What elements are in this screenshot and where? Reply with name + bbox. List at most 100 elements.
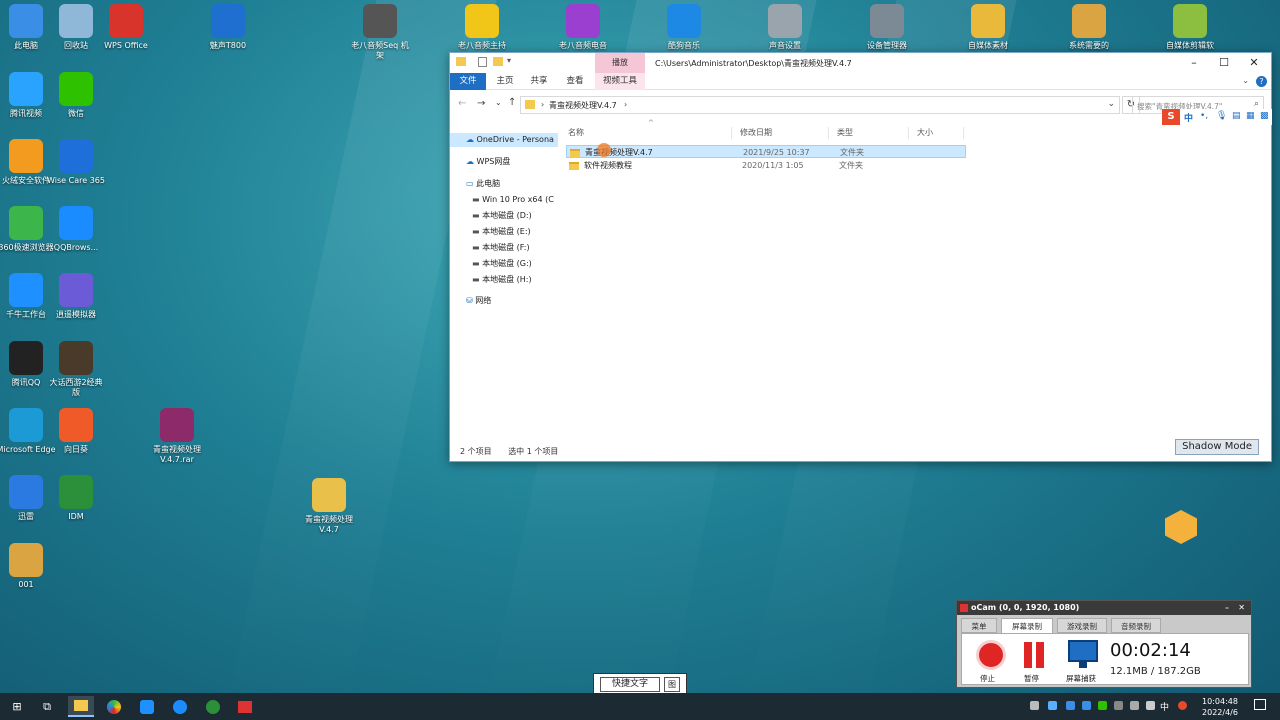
taskbar-360-browser[interactable] [101,696,127,717]
back-arrow-icon[interactable]: ← [458,98,466,109]
column-type[interactable]: 类型 [829,127,909,139]
desktop-icon[interactable]: WPS Office [96,4,156,51]
desktop-icon[interactable]: 系统需要的 [1059,4,1119,51]
recent-locations-icon[interactable]: ⌄ [495,98,502,107]
up-arrow-icon[interactable]: ↑ [508,97,516,108]
address-dropdown-icon[interactable]: ⌄ [1107,99,1115,109]
notification-center-icon[interactable] [1254,699,1266,710]
ime-skin-icon[interactable]: ▦ [1246,111,1255,121]
nav-drive-c[interactable]: ▬ Win 10 Pro x64 (C [472,193,554,207]
tray-usb-icon[interactable] [1130,701,1139,710]
column-size[interactable]: 大小 [909,127,964,139]
column-name[interactable]: 名称 [560,127,732,139]
nav-wps-drive[interactable]: ☁ WPS网盘 [466,155,510,169]
desktop-icon[interactable]: IDM [46,475,106,522]
ocam-tab-screen-record[interactable]: 屏幕录制 [1001,618,1053,633]
desktop-icon[interactable]: 逍遥模拟器 [46,273,106,320]
tray-volume-icon[interactable] [1146,701,1155,710]
desktop-icon[interactable]: 自媒体素材 [958,4,1018,51]
ime-voice-icon[interactable]: 🎙 [1216,111,1227,121]
ocam-tab-audio-record[interactable]: 音频录制 [1111,618,1161,633]
desktop-icon[interactable]: 微信 [46,72,106,119]
properties-icon[interactable] [478,57,487,67]
taskbar-clock[interactable]: 10:04:48 2022/4/6 [1198,696,1242,718]
taskbar-qianniu[interactable] [134,696,160,717]
desktop-icon[interactable]: 青蛮视频处理V.4.7 [299,478,359,535]
desktop-icon[interactable]: 酷狗音乐 [654,4,714,51]
desktop-icon[interactable]: 魅声T800 [198,4,258,51]
ocam-tab-game-record[interactable]: 游戏录制 [1057,618,1107,633]
ime-keyboard-icon[interactable]: ▤ [1232,111,1241,121]
tray-sogou-icon[interactable] [1178,701,1187,710]
ocam-tab-menu[interactable]: 菜单 [961,618,997,633]
desktop-icon-label: 自媒体剪辑软 [1166,41,1214,50]
pause-icon[interactable] [1036,642,1044,668]
task-view-icon[interactable]: ⧉ [34,696,60,717]
forward-arrow-icon[interactable]: → [477,98,485,109]
desktop-icon[interactable]: 自媒体剪辑软 [1160,4,1220,51]
stop-record-icon[interactable] [976,640,1006,670]
tab-view[interactable]: 查看 [558,73,592,90]
nav-drive-g[interactable]: ▬ 本地磁盘 (G:) [472,257,532,271]
maximize-button[interactable]: ☐ [1209,53,1239,73]
nav-network[interactable]: ⛁ 网络 [466,294,491,308]
nav-label: Win 10 Pro x64 (C [482,195,554,204]
desktop-icon[interactable]: 青蛮视频处理V.4.7.rar [147,408,207,465]
nav-drive-f[interactable]: ▬ 本地磁盘 (F:) [472,241,530,255]
desktop-icon[interactable]: Wise Care 365 [46,139,106,186]
screen-capture-icon[interactable] [1068,640,1098,662]
desktop-icon[interactable]: QQBrows... [46,206,106,253]
tray-app-icon[interactable] [1114,701,1123,710]
quick-access-dropdown-icon[interactable]: ▾ [507,56,511,65]
desktop-icon[interactable]: 老八音频主持 [452,4,512,51]
column-date[interactable]: 修改日期 [732,127,829,139]
tab-share[interactable]: 共享 [522,73,556,90]
file-row[interactable]: 软件视频教程 2020/11/3 1:05 文件夹 [566,159,966,172]
nav-onedrive[interactable]: ☁ OneDrive - Persona [450,133,558,147]
desktop-icon[interactable]: 老八音频Seq 机架 [350,4,410,61]
ime-punct-icon[interactable]: •, [1200,111,1208,121]
tab-video-tools[interactable]: 视频工具 [595,73,645,90]
tray-network-icon[interactable] [1048,701,1057,710]
tray-app-icon[interactable] [1066,701,1075,710]
pause-icon[interactable] [1024,642,1032,668]
desktop-icon[interactable]: 声音设置 [755,4,815,51]
desktop-icon[interactable]: 001 [0,543,56,590]
taskbar-explorer[interactable] [68,696,94,717]
nav-drive-d[interactable]: ▬ 本地磁盘 (D:) [472,209,532,223]
expand-ribbon-icon[interactable]: ⌄ [1242,76,1249,85]
search-icon[interactable]: ⌕ [1254,99,1259,109]
close-button[interactable]: ✕ [1239,53,1269,73]
taskbar-idm[interactable] [200,696,226,717]
nav-drive-h[interactable]: ▬ 本地磁盘 (H:) [472,273,532,287]
minimize-button[interactable]: – [1225,601,1229,615]
image-icon[interactable]: 图 [664,677,680,692]
file-row[interactable]: 青蛮视频处理V.4.7 2021/9/25 10:37 文件夹 [566,143,966,158]
desktop-icon[interactable]: 设备管理器 [857,4,917,51]
tray-lang-indicator[interactable]: 中 [1160,700,1169,713]
quick-text-button[interactable]: 快捷文字 [600,677,660,692]
tray-expand-icon[interactable] [1030,701,1039,710]
tray-wechat-icon[interactable] [1098,701,1107,710]
nav-drive-e[interactable]: ▬ 本地磁盘 (E:) [472,225,531,239]
desktop-icon[interactable]: 老八音频电音 [553,4,613,51]
context-tab-play[interactable]: 播放 [595,53,645,73]
new-folder-icon[interactable] [493,57,503,66]
floating-assistant-icon[interactable] [1165,510,1197,544]
tray-app-icon[interactable] [1082,701,1091,710]
ime-toolbox-icon[interactable]: ▩ [1260,111,1269,121]
tab-file[interactable]: 文件 [450,73,486,90]
shadow-mode-button[interactable]: Shadow Mode [1175,439,1259,455]
desktop-icon[interactable]: 向日葵 [46,408,106,455]
taskbar-ocam[interactable] [232,696,258,717]
close-button[interactable]: ✕ [1238,601,1245,615]
taskbar-qq-browser[interactable] [167,696,193,717]
tab-home[interactable]: 主页 [488,73,522,90]
start-button[interactable]: ⊞ [4,696,30,717]
breadcrumb-current[interactable]: 青蛮视频处理V.4.7 [549,100,617,111]
help-icon[interactable]: ? [1256,76,1267,87]
minimize-button[interactable]: – [1179,53,1209,73]
address-bar[interactable]: › 青蛮视频处理V.4.7 › ⌄ [520,96,1120,114]
desktop-icon[interactable]: 大话西游2经典版 [46,341,106,398]
nav-this-pc[interactable]: ▭ 此电脑 [466,177,500,191]
